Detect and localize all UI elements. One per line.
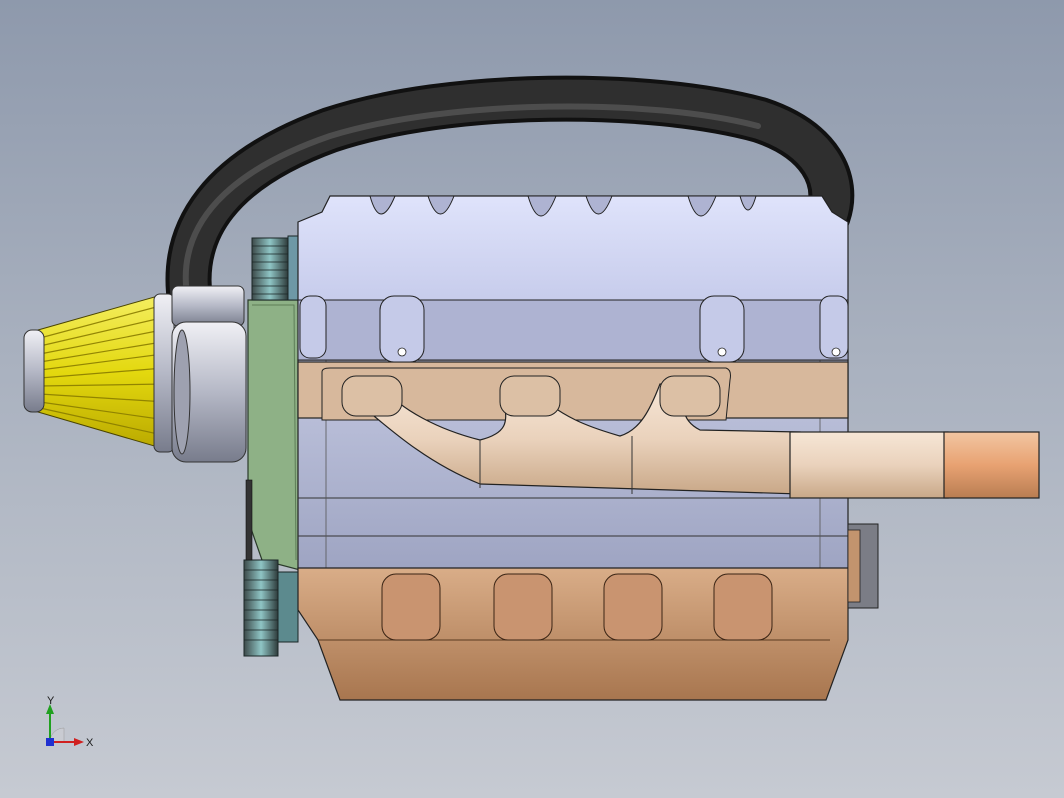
y-axis-label: Y bbox=[47, 696, 55, 707]
exhaust-pipe bbox=[789, 431, 1040, 499]
valve-cover bbox=[297, 195, 849, 363]
rear-mount bbox=[847, 523, 879, 609]
coordinate-triad: Y X bbox=[46, 696, 94, 749]
timing-cover bbox=[247, 299, 301, 571]
cad-viewport[interactable]: Y X bbox=[0, 0, 1064, 798]
throttle-body bbox=[171, 285, 247, 463]
z-axis-marker bbox=[46, 738, 54, 746]
air-filter bbox=[23, 293, 175, 453]
x-axis-arrowhead bbox=[74, 738, 84, 746]
x-axis-label: X bbox=[86, 737, 94, 749]
engine-model[interactable] bbox=[0, 0, 1064, 798]
oil-pan bbox=[297, 567, 849, 701]
upper-timing-gear bbox=[251, 235, 301, 301]
